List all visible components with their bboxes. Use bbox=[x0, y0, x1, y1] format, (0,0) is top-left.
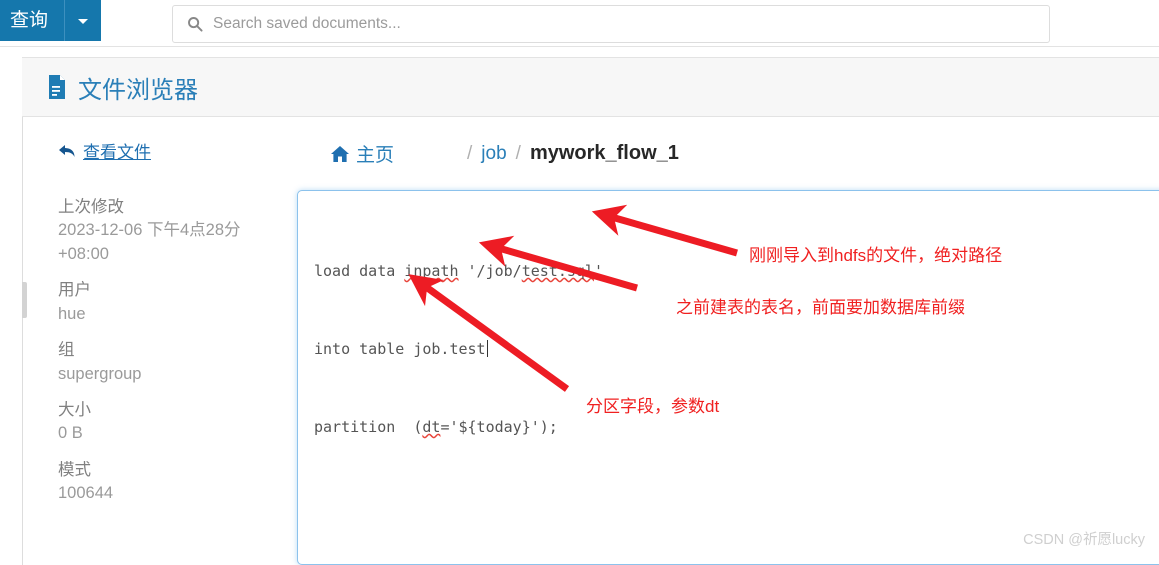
query-button[interactable]: 查询 bbox=[0, 0, 65, 41]
file-detail-sidebar: 查看文件 上次修改 2023-12-06 下午4点28分 +08:00 用户 h… bbox=[58, 138, 273, 506]
home-icon bbox=[330, 145, 350, 163]
query-button-group: 查询 bbox=[0, 0, 102, 41]
document-icon bbox=[46, 74, 68, 100]
breadcrumb-item-job[interactable]: job bbox=[481, 143, 506, 165]
search-input[interactable] bbox=[213, 15, 1046, 33]
app-header-band: 文件浏览器 bbox=[22, 57, 1159, 117]
code-line: partition (dt='${today}'); bbox=[314, 418, 558, 436]
meta-value: 100644 bbox=[58, 484, 114, 503]
sidebar-resize-handle[interactable] bbox=[22, 282, 27, 318]
view-file-label: 查看文件 bbox=[83, 143, 151, 162]
meta-value: 2023-12-06 下午4点28分 +08:00 bbox=[58, 221, 241, 263]
meta-item-last-modified: 上次修改 2023-12-06 下午4点28分 +08:00 bbox=[58, 196, 273, 266]
meta-value: 0 B bbox=[58, 424, 83, 443]
top-bar: 查询 bbox=[0, 0, 1159, 47]
meta-item-mode: 模式 100644 bbox=[58, 459, 273, 506]
breadcrumb-separator: / bbox=[467, 142, 473, 164]
meta-item-size: 大小 0 B bbox=[58, 399, 273, 446]
code-editor[interactable]: load data inpath '/job/test.sql' into ta… bbox=[297, 190, 1159, 565]
page-title: 文件浏览器 bbox=[46, 70, 198, 105]
search-box[interactable] bbox=[172, 5, 1050, 43]
meta-label: 上次修改 bbox=[58, 198, 124, 216]
code-line: load data inpath '/job/test.sql' bbox=[314, 262, 603, 280]
meta-value: supergroup bbox=[58, 364, 142, 383]
meta-value: hue bbox=[58, 304, 86, 323]
breadcrumb: 主页 / job / mywork_flow_1 bbox=[330, 140, 679, 167]
breadcrumb-home[interactable]: 主页 bbox=[356, 140, 394, 167]
annotation-hdfs-path: 刚刚导入到hdfs的文件，绝对路径 bbox=[749, 246, 1003, 265]
search-icon bbox=[187, 16, 203, 32]
meta-item-group: 组 supergroup bbox=[58, 339, 273, 386]
meta-label: 组 bbox=[58, 341, 75, 360]
annotation-table-name: 之前建表的表名，前面要加数据库前缀 bbox=[676, 298, 965, 317]
meta-item-user: 用户 hue bbox=[58, 279, 273, 326]
text-cursor bbox=[486, 340, 488, 357]
meta-label: 模式 bbox=[58, 460, 91, 479]
chevron-down-icon bbox=[78, 18, 89, 24]
back-arrow-icon bbox=[58, 143, 76, 159]
annotation-partition-field: 分区字段，参数dt bbox=[586, 397, 720, 416]
breadcrumb-separator: / bbox=[515, 142, 521, 164]
meta-label: 大小 bbox=[58, 400, 91, 419]
view-file-link[interactable]: 查看文件 bbox=[58, 138, 273, 163]
watermark: CSDN @祈愿lucky bbox=[1023, 532, 1145, 548]
code-line: into table job.test bbox=[314, 340, 488, 358]
breadcrumb-item-current: mywork_flow_1 bbox=[529, 142, 679, 164]
meta-label: 用户 bbox=[58, 281, 91, 300]
app-title-text: 文件浏览器 bbox=[78, 76, 198, 104]
code-content[interactable]: load data inpath '/job/test.sql' into ta… bbox=[314, 206, 1159, 492]
left-rail-divider bbox=[22, 117, 27, 565]
query-dropdown-button[interactable] bbox=[64, 0, 102, 41]
